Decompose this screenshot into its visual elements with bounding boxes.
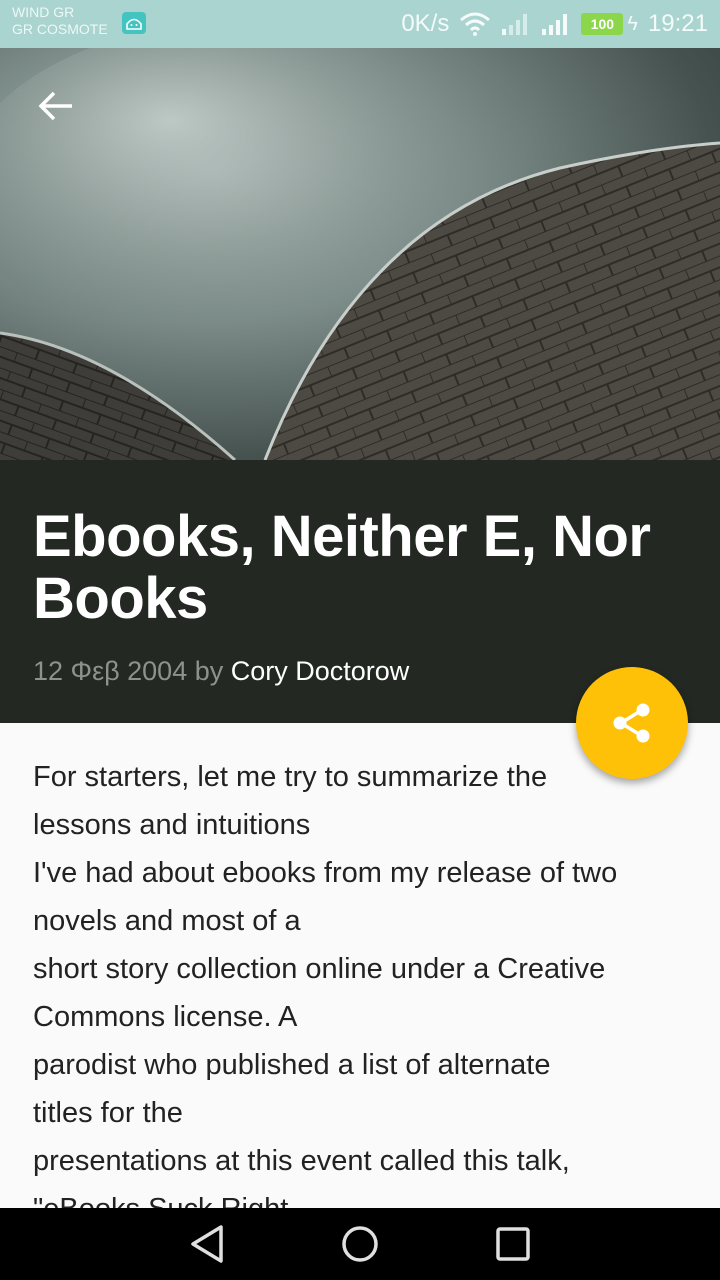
signal-strong-icon (542, 14, 568, 35)
article-body[interactable]: For starters, let me try to summarize th… (0, 723, 720, 1208)
share-button[interactable] (576, 667, 688, 779)
carrier-line-1: WIND GR (12, 4, 75, 20)
body-line: lessons and intuitions (33, 809, 311, 841)
circle-home-icon (342, 1226, 378, 1262)
body-line: short story collection online under a Cr… (33, 953, 606, 985)
article-text: For starters, let me try to summarize th… (33, 753, 693, 1208)
body-line: parodist who published a list of alterna… (33, 1049, 551, 1081)
network-speed: 0K/s (401, 10, 450, 37)
nav-home-button[interactable] (320, 1208, 400, 1280)
square-recents-icon (496, 1227, 531, 1261)
nav-back-button[interactable] (167, 1208, 247, 1280)
body-line: titles for the (33, 1097, 183, 1129)
body-line: presentations at this event called this … (33, 1145, 570, 1177)
signal-weak-icon (502, 14, 528, 35)
body-line: novels and most of a (33, 905, 301, 937)
article-meta: 12 Φεβ 2004 by Cory Doctorow (33, 656, 409, 687)
status-indicators: 0K/s 100 ϟ 19:21 (401, 0, 708, 48)
share-icon (613, 703, 650, 743)
body-line: Commons license. A (33, 1001, 298, 1033)
nav-recents-button[interactable] (473, 1208, 553, 1280)
charging-icon: ϟ (627, 12, 638, 35)
carrier-info: WIND GR GR COSMOTE (12, 4, 108, 38)
article-author[interactable]: Cory Doctorow (231, 656, 410, 686)
carrier-line-2: GR COSMOTE (12, 21, 108, 37)
byline-by: by (187, 656, 231, 686)
article-date: 12 Φεβ 2004 (33, 656, 188, 686)
battery-indicator: 100 (581, 13, 624, 35)
hero-image (0, 48, 720, 460)
clock: 19:21 (647, 10, 708, 37)
back-button[interactable] (26, 78, 86, 134)
status-bar: WIND GR GR COSMOTE 0K/s 100 ϟ 19:21 (0, 0, 720, 48)
wifi-icon (460, 12, 491, 36)
system-nav-bar (0, 1208, 720, 1280)
architecture-photo (0, 48, 720, 460)
arrow-left-icon (38, 91, 72, 121)
body-line: I've had about ebooks from my release of… (33, 857, 618, 889)
body-line: "eBooks Suck Right (33, 1185, 693, 1208)
article-title: Ebooks, Neither E, Nor Books (33, 504, 651, 631)
triangle-back-icon (190, 1225, 223, 1263)
android-notification-icon (122, 12, 146, 34)
